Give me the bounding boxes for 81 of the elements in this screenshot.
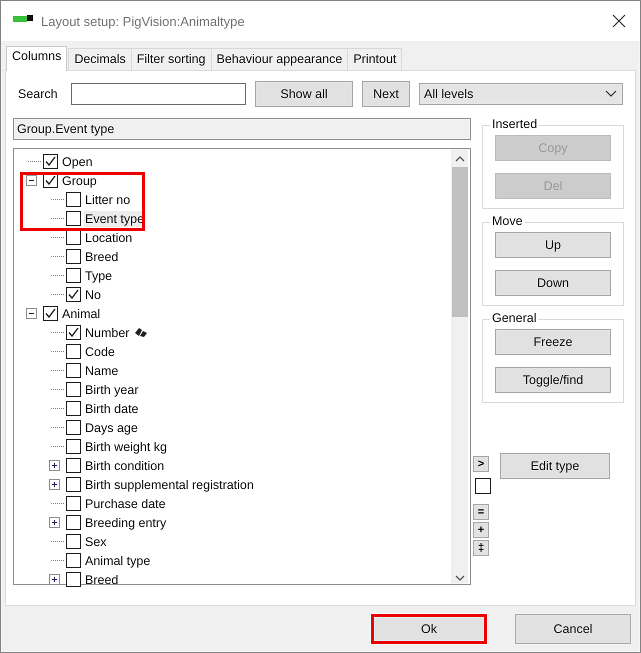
dialog-button[interactable]: Ok xyxy=(371,614,487,644)
checkbox[interactable] xyxy=(66,249,81,264)
path-field: Group.Event type xyxy=(13,118,471,140)
group-title: Inserted xyxy=(490,117,540,131)
tree-item[interactable]: Purchase date xyxy=(84,496,167,512)
expand-icon[interactable] xyxy=(49,479,60,490)
tree-item[interactable]: Breed xyxy=(84,248,120,264)
group-button[interactable]: Toggle/find xyxy=(495,367,611,393)
collapse-icon[interactable] xyxy=(26,175,37,186)
tree-item[interactable]: Breed xyxy=(84,572,120,588)
checkbox[interactable] xyxy=(66,439,81,454)
group-button[interactable]: Up xyxy=(495,232,611,258)
checkbox[interactable] xyxy=(66,458,81,473)
edit-type-button[interactable]: Edit type xyxy=(500,453,610,479)
checkbox[interactable] xyxy=(66,211,81,226)
next-button[interactable]: Next xyxy=(362,81,410,107)
tree-item[interactable]: Animal xyxy=(61,306,102,322)
level-dropdown[interactable]: All levels xyxy=(419,83,623,105)
tree-item[interactable]: Birth supplemental registration xyxy=(84,476,255,492)
checkbox[interactable] xyxy=(43,306,58,321)
tab[interactable]: Columns xyxy=(6,46,68,71)
tree-item[interactable]: Group xyxy=(61,172,98,188)
window-title: Layout setup: PigVision:Animaltype xyxy=(41,14,246,28)
group-title: Move xyxy=(490,214,525,228)
group-button[interactable]: Freeze xyxy=(495,329,611,355)
tree-item[interactable]: Days age xyxy=(84,420,139,436)
expand-icon[interactable] xyxy=(49,574,60,585)
scroll-up-icon[interactable] xyxy=(454,155,464,163)
tree-item[interactable]: Location xyxy=(84,230,134,246)
small-button[interactable]: + xyxy=(473,522,489,538)
checkbox[interactable] xyxy=(66,477,81,492)
checkbox[interactable] xyxy=(66,325,81,340)
group-title: General xyxy=(490,311,538,325)
search-label: Search xyxy=(17,87,59,101)
small-button[interactable]: ‡ xyxy=(473,540,489,556)
arrow-button[interactable]: > xyxy=(473,456,489,472)
show-all-button[interactable]: Show all xyxy=(255,81,353,107)
expand-icon[interactable] xyxy=(49,460,60,471)
tree-item[interactable]: Type xyxy=(84,268,114,284)
small-button[interactable]: = xyxy=(473,504,489,520)
dialog-button[interactable]: Cancel xyxy=(515,614,631,644)
search-field[interactable] xyxy=(71,83,246,105)
expand-icon[interactable] xyxy=(49,517,60,528)
group-button[interactable]: Down xyxy=(495,270,611,296)
checkbox[interactable] xyxy=(66,192,81,207)
tree-item[interactable]: Birth weight kg xyxy=(84,438,168,454)
tree-item[interactable]: Animal type xyxy=(84,552,152,568)
checkbox[interactable] xyxy=(66,572,81,587)
app-icon xyxy=(13,15,33,23)
checkbox[interactable] xyxy=(66,268,81,283)
tree-item[interactable]: No xyxy=(84,286,102,302)
scrollbar[interactable] xyxy=(451,149,468,584)
checkbox[interactable] xyxy=(66,344,81,359)
checkbox[interactable] xyxy=(66,382,81,397)
tab[interactable]: Printout xyxy=(347,48,402,70)
checkbox[interactable] xyxy=(43,154,58,169)
tree-item[interactable]: Code xyxy=(84,344,116,360)
checkbox[interactable] xyxy=(66,401,81,416)
tree-item[interactable]: Birth condition xyxy=(84,458,166,474)
chevron-down-icon xyxy=(605,90,617,98)
tree-item[interactable]: Open xyxy=(61,154,94,170)
checkbox[interactable] xyxy=(66,534,81,549)
scroll-down-icon[interactable] xyxy=(454,574,464,582)
tree-item[interactable]: Breeding entry xyxy=(84,514,168,530)
tree-item[interactable]: Sex xyxy=(84,534,108,550)
tree-item[interactable]: Number xyxy=(84,324,130,340)
checkbox[interactable] xyxy=(66,420,81,435)
checkbox[interactable] xyxy=(66,496,81,511)
tree-item[interactable]: Litter no xyxy=(84,192,132,208)
checkbox[interactable] xyxy=(475,478,491,494)
collapse-icon[interactable] xyxy=(26,308,37,319)
checkbox[interactable] xyxy=(66,515,81,530)
checkbox[interactable] xyxy=(66,553,81,568)
tree-item[interactable]: Birth date xyxy=(84,400,140,416)
checkbox[interactable] xyxy=(66,287,81,302)
checkbox[interactable] xyxy=(66,230,81,245)
tab[interactable]: Decimals xyxy=(68,48,132,70)
close-icon[interactable] xyxy=(612,14,626,28)
checkbox[interactable] xyxy=(66,363,81,378)
tree-item[interactable]: Name xyxy=(84,362,120,378)
tree-item[interactable]: Birth year xyxy=(84,382,140,398)
